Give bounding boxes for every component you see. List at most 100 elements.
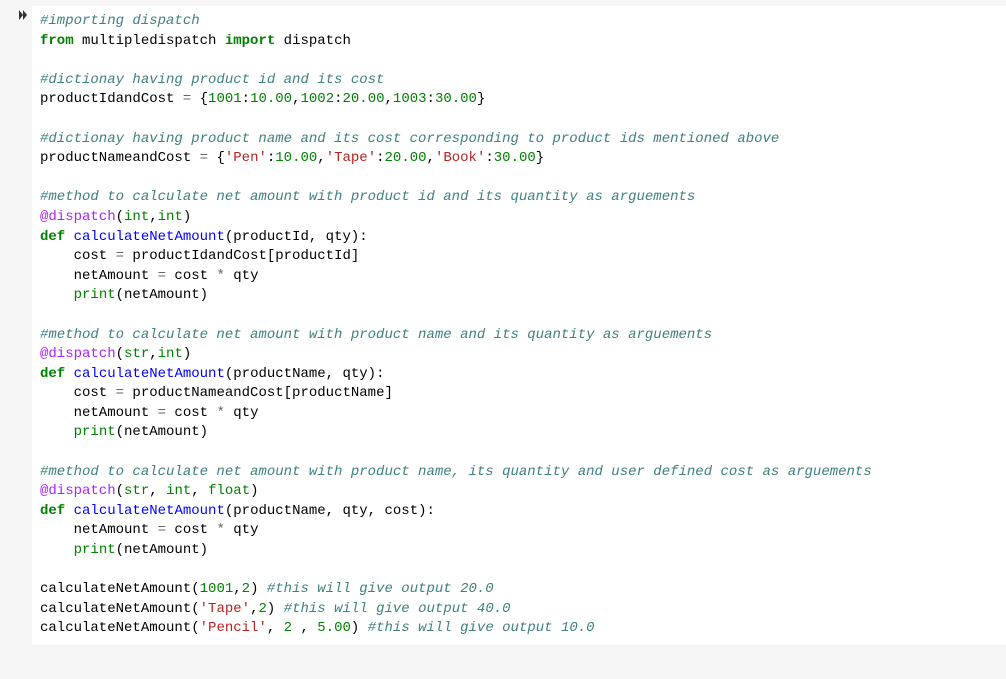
code-line: @dispatch(int,int) <box>40 208 998 228</box>
code-token: , <box>233 581 241 597</box>
run-cell-icon <box>18 9 28 21</box>
code-token: str <box>124 346 149 362</box>
code-token: int <box>158 209 183 225</box>
code-token: (productName, qty, cost): <box>225 503 435 519</box>
code-token: = <box>200 150 208 166</box>
code-line: @dispatch(str, int, float) <box>40 482 998 502</box>
code-token: } <box>477 91 485 107</box>
code-token: 1002 <box>300 91 334 107</box>
code-line: #method to calculate net amount with pro… <box>40 326 998 346</box>
code-token: #this will give output 40.0 <box>284 601 511 617</box>
code-token: 1003 <box>393 91 427 107</box>
code-token <box>65 229 73 245</box>
code-token: 30.00 <box>435 91 477 107</box>
code-token: productNameandCost <box>40 150 200 166</box>
code-cell: #importing dispatch from multipledispatch… <box>0 0 1006 645</box>
code-token: (netAmount) <box>116 542 208 558</box>
code-token: qty <box>225 522 259 538</box>
code-token: cost <box>166 522 216 538</box>
code-token: { <box>208 150 225 166</box>
code-token: int <box>124 209 149 225</box>
code-token: (netAmount) <box>116 287 208 303</box>
code-token: #importing dispatch <box>40 13 200 29</box>
code-token: : <box>376 150 384 166</box>
code-token: ) <box>250 581 267 597</box>
code-line: netAmount = cost * qty <box>40 521 998 541</box>
code-token: calculateNetAmount( <box>40 601 200 617</box>
code-token: , <box>385 91 393 107</box>
code-token: #this will give output 20.0 <box>267 581 494 597</box>
code-token: int <box>158 346 183 362</box>
code-token: 2 <box>258 601 266 617</box>
code-line: print(netAmount) <box>40 423 998 443</box>
code-token: 20.00 <box>343 91 385 107</box>
run-cell-button[interactable] <box>0 6 32 645</box>
code-line: #importing dispatch <box>40 12 998 32</box>
code-token: qty <box>225 405 259 421</box>
code-line: from multipledispatch import dispatch <box>40 32 998 52</box>
code-token: print <box>74 542 116 558</box>
code-token: , <box>149 346 157 362</box>
code-token: * <box>216 522 224 538</box>
code-token: 'Pen' <box>225 150 267 166</box>
code-token: cost <box>40 248 116 264</box>
code-token: = <box>158 405 166 421</box>
code-token: (productName, qty): <box>225 366 385 382</box>
code-token: , <box>292 620 317 636</box>
code-token: @dispatch <box>40 483 116 499</box>
code-token: 10.00 <box>275 150 317 166</box>
code-token: , <box>149 209 157 225</box>
code-token: print <box>74 424 116 440</box>
code-line: productNameandCost = {'Pen':10.00,'Tape'… <box>40 149 998 169</box>
code-line <box>40 443 998 463</box>
code-line: def calculateNetAmount(productName, qty)… <box>40 365 998 385</box>
code-token: #dictionay having product id and its cos… <box>40 72 384 88</box>
code-line: productIdandCost = {1001:10.00,1002:20.0… <box>40 90 998 110</box>
code-token: cost <box>166 268 216 284</box>
code-token: , <box>149 483 166 499</box>
code-token: * <box>216 405 224 421</box>
code-token: calculateNetAmount <box>74 366 225 382</box>
code-token: 'Pencil' <box>200 620 267 636</box>
code-line <box>40 561 998 581</box>
code-token: { <box>191 91 208 107</box>
code-token: ( <box>116 483 124 499</box>
code-token: str <box>124 483 149 499</box>
code-token: * <box>216 268 224 284</box>
code-token: int <box>166 483 191 499</box>
code-token: productNameandCost[productName] <box>124 385 393 401</box>
code-token: , <box>317 150 325 166</box>
code-token: calculateNetAmount <box>74 503 225 519</box>
code-token: #method to calculate net amount with pro… <box>40 327 712 343</box>
code-line: calculateNetAmount('Pencil', 2 , 5.00) #… <box>40 619 998 639</box>
code-token: from <box>40 33 74 49</box>
code-token: ( <box>116 209 124 225</box>
code-token: multipledispatch <box>74 33 225 49</box>
code-token: ) <box>267 601 284 617</box>
code-token: #method to calculate net amount with pro… <box>40 464 872 480</box>
code-line <box>40 306 998 326</box>
code-token: calculateNetAmount( <box>40 620 200 636</box>
code-token: (netAmount) <box>116 424 208 440</box>
code-token: , <box>427 150 435 166</box>
code-token <box>40 424 74 440</box>
code-token: calculateNetAmount <box>74 229 225 245</box>
code-token: 1001 <box>208 91 242 107</box>
code-token: 2 <box>242 581 250 597</box>
code-token: , <box>191 483 208 499</box>
code-token: qty <box>225 268 259 284</box>
code-token: ) <box>351 620 368 636</box>
code-token: : <box>334 91 342 107</box>
code-token: = <box>116 248 124 264</box>
code-line: def calculateNetAmount(productName, qty,… <box>40 502 998 522</box>
code-token: def <box>40 503 65 519</box>
code-token: ) <box>183 209 191 225</box>
code-token: 10.00 <box>250 91 292 107</box>
code-token: calculateNetAmount( <box>40 581 200 597</box>
code-token: #method to calculate net amount with pro… <box>40 189 695 205</box>
code-editor[interactable]: #importing dispatch from multipledispatch… <box>32 6 1006 645</box>
code-token: @dispatch <box>40 209 116 225</box>
code-line: #dictionay having product name and its c… <box>40 130 998 150</box>
code-token: ) <box>250 483 258 499</box>
code-line <box>40 169 998 189</box>
